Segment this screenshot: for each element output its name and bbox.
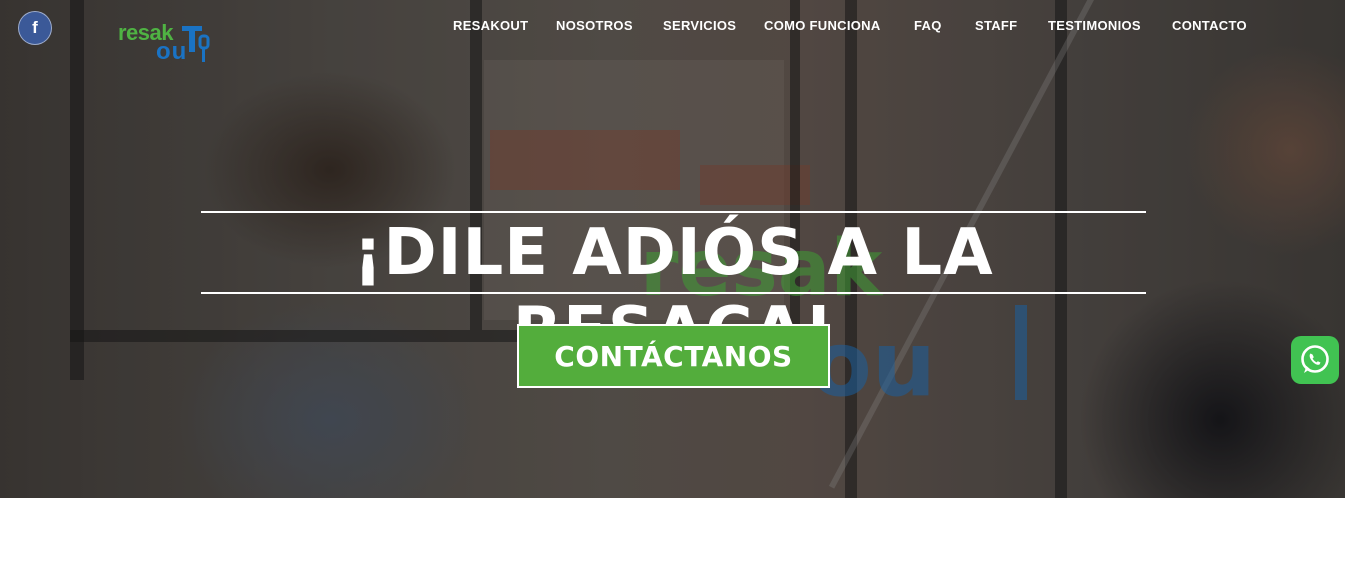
main-navigation: RESAKOUT NOSOTROS SERVICIOS COMO FUNCION… <box>0 18 1345 36</box>
nav-item-servicios[interactable]: SERVICIOS <box>663 18 736 33</box>
headline-rule-top <box>201 211 1146 213</box>
whatsapp-glyph-icon <box>1301 345 1329 373</box>
nav-item-contacto[interactable]: CONTACTO <box>1172 18 1247 33</box>
nav-item-nosotros[interactable]: NOSOTROS <box>556 18 633 33</box>
nav-item-resakout[interactable]: RESAKOUT <box>453 18 528 33</box>
headline-rule-bottom <box>201 292 1146 294</box>
contact-cta-button[interactable]: CONTÁCTANOS <box>517 324 830 388</box>
whatsapp-icon[interactable] <box>1291 336 1339 384</box>
nav-item-staff[interactable]: STAFF <box>975 18 1017 33</box>
nav-item-como-funciona[interactable]: COMO FUNCIONA <box>764 18 881 33</box>
nav-item-testimonios[interactable]: TESTIMONIOS <box>1048 18 1141 33</box>
nav-item-faq[interactable]: FAQ <box>914 18 942 33</box>
